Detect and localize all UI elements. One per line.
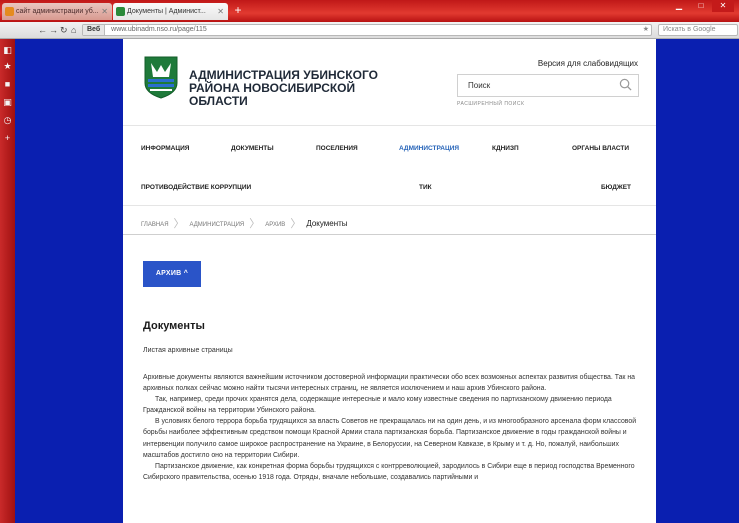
browser-tab-bar: сайт администрации уб... ✕ Документы | А… <box>0 0 739 22</box>
minimize-icon[interactable]: ▁ <box>668 0 690 12</box>
reload-icon[interactable]: ↻ <box>60 24 68 36</box>
tab-title: сайт администрации уб... <box>16 8 99 15</box>
header-divider <box>123 125 656 126</box>
chevron-right-icon: 〉 <box>173 218 185 230</box>
vision-impaired-version-link[interactable]: Версия для слабовидящих <box>538 59 638 68</box>
article-paragraph: Партизанское движение, как конкретная фо… <box>143 462 635 481</box>
breadcrumb-home[interactable]: ГЛАВНАЯ <box>141 222 169 228</box>
coat-of-arms-logo[interactable] <box>143 55 179 99</box>
browser-nav-bar: ← → ↻ ⌂ Веб www.ubinadm.nso.ru/page/115 … <box>0 22 739 39</box>
site-search-input[interactable]: Поиск <box>457 74 639 97</box>
browser-search-placeholder: Искать в Google <box>663 26 716 33</box>
browser-sidebar: ◧ ★ ■ ▣ ◷ + <box>0 39 15 523</box>
close-tab-icon[interactable]: ✕ <box>101 3 108 20</box>
breadcrumb-current: Документы <box>306 219 348 228</box>
menu-item-authorities[interactable]: ОРГАНЫ ВЛАСТИ <box>572 145 629 152</box>
menu-item-documents[interactable]: ДОКУМЕНТЫ <box>231 145 274 152</box>
article-paragraph: Так, например, среди прочих хранятся дел… <box>143 396 612 415</box>
maximize-icon[interactable]: □ <box>690 0 712 12</box>
menu-divider <box>123 205 656 206</box>
search-placeholder: Поиск <box>468 81 491 90</box>
breadcrumb-administration[interactable]: АДМИНИСТРАЦИЯ <box>190 222 245 228</box>
article-paragraph: В условиях белого террора борьба трудящи… <box>143 418 637 459</box>
breadcrumb-archive[interactable]: АРХИВ <box>265 222 285 228</box>
page-title: Документы <box>143 320 205 332</box>
menu-item-kdnizp[interactable]: КДНИЗП <box>492 145 519 152</box>
notes-icon[interactable]: ■ <box>2 79 13 90</box>
advanced-search-link[interactable]: РАСШИРЕННЫЙ ПОИСК <box>457 101 524 107</box>
forward-icon[interactable]: → <box>49 24 58 36</box>
add-panel-icon[interactable]: + <box>2 133 13 144</box>
browser-tab-1[interactable]: сайт администрации уб... ✕ <box>2 3 112 20</box>
close-tab-icon[interactable]: ✕ <box>217 3 224 20</box>
browser-search-input[interactable]: Искать в Google <box>658 24 738 36</box>
menu-item-administration[interactable]: АДМИНИСТРАЦИЯ <box>399 145 459 152</box>
browser-tab-2[interactable]: Документы | Админист... ✕ <box>113 3 228 20</box>
menu-item-information[interactable]: ИНФОРМАЦИЯ <box>141 145 189 152</box>
home-icon[interactable]: ⌂ <box>71 24 76 36</box>
breadcrumb: ГЛАВНАЯ 〉 АДМИНИСТРАЦИЯ 〉 АРХИВ 〉 Документы <box>141 215 348 231</box>
archive-button[interactable]: АРХИВ ^ <box>143 261 201 287</box>
article-paragraph: Архивные документы являются важнейшим ис… <box>143 374 635 393</box>
search-icon[interactable] <box>619 78 632 91</box>
breadcrumb-divider <box>123 234 656 235</box>
address-bar[interactable]: Веб www.ubinadm.nso.ru/page/115 ★ <box>82 24 652 36</box>
site-favicon-icon <box>5 7 14 16</box>
web-page: АДМИНИСТРАЦИЯ УБИНСКОГО РАЙОНА НОВОСИБИР… <box>123 39 656 523</box>
tab-title: Документы | Админист... <box>127 8 206 15</box>
menu-item-tik[interactable]: ТИК <box>419 184 432 191</box>
site-name[interactable]: АДМИНИСТРАЦИЯ УБИНСКОГО РАЙОНА НОВОСИБИР… <box>189 69 399 108</box>
history-icon[interactable]: ◷ <box>2 115 13 126</box>
bookmark-star-icon[interactable]: ★ <box>643 25 649 35</box>
article-text: Архивные документы являются важнейшим ис… <box>143 372 643 483</box>
menu-item-settlements[interactable]: ПОСЕЛЕНИЯ <box>316 145 358 152</box>
chevron-right-icon: 〉 <box>290 218 302 230</box>
site-favicon-icon <box>116 7 125 16</box>
new-tab-button[interactable]: + <box>231 4 245 18</box>
menu-item-anti-corruption[interactable]: ПРОТИВОДЕЙСТВИЕ КОРРУПЦИИ <box>141 184 251 191</box>
close-window-icon[interactable]: ✕ <box>712 0 734 12</box>
web-label: Веб <box>83 25 106 35</box>
downloads-icon[interactable]: ▣ <box>2 97 13 108</box>
menu-item-budget[interactable]: БЮДЖЕТ <box>601 184 631 191</box>
page-subtitle: Листая архивные страницы <box>143 347 233 354</box>
chevron-right-icon: 〉 <box>249 218 261 230</box>
sidebar-panel-icon[interactable]: ◧ <box>2 45 13 56</box>
bookmarks-star-icon[interactable]: ★ <box>2 61 13 72</box>
address-url: www.ubinadm.nso.ru/page/115 <box>111 26 207 33</box>
back-icon[interactable]: ← <box>38 24 47 36</box>
